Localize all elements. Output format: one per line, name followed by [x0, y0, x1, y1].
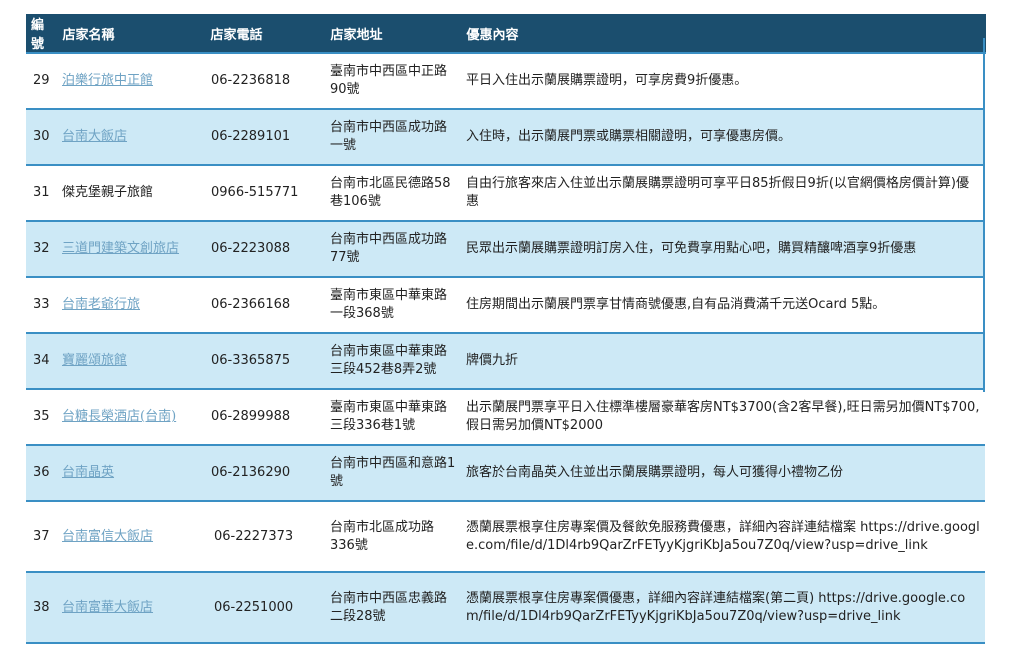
store-name-cell: 台南富華大飯店 — [57, 571, 205, 644]
store-name-link[interactable]: 三道門建築文創旅店 — [62, 241, 179, 256]
store-name-link[interactable]: 台南老爺行旅 — [62, 297, 140, 312]
store-name-link[interactable]: 台南大飯店 — [62, 129, 127, 144]
table-body: 29 泊樂行旅中正館 06-2236818 臺南市中西區中正路90號 平日入住出示蘭展購… — [26, 52, 985, 644]
store-address: 台南市北區民德路58巷106號 — [325, 164, 461, 221]
row-number: 33 — [26, 276, 57, 333]
store-name-cell: 寶麗頌旅館 — [57, 332, 205, 389]
store-phone: 06-3365875 — [205, 332, 325, 389]
store-name-link[interactable]: 泊樂行旅中正館 — [62, 73, 153, 88]
header-store-address: 店家地址 — [325, 14, 462, 53]
store-name-cell: 台糖長榮酒店(台南) — [57, 388, 205, 445]
table-row: 33 台南老爺行旅 06-2366168 臺南市東區中華東路一段368號 住房期間出示蘭… — [26, 276, 985, 333]
offer-content: 自由行旅客來店入住並出示蘭展購票證明可享平日85折假日9折(以官網價格房價計算)… — [461, 164, 985, 221]
store-name-cell: 泊樂行旅中正館 — [57, 52, 205, 109]
offer-content: 牌價九折 — [461, 332, 985, 389]
offer-content: 憑蘭展票根享住房專案價優惠，詳細內容詳連結檔案(第二頁) https://dri… — [461, 571, 985, 644]
table-row: 30 台南大飯店 06-2289101 台南市中西區成功路一號 入住時，出示蘭展門票或購… — [26, 108, 985, 165]
store-name-link[interactable]: 寶麗頌旅館 — [62, 353, 127, 368]
store-address: 台南市中西區成功路一號 — [325, 108, 461, 165]
store-name-cell: 傑克堡親子旅館 — [57, 164, 205, 221]
table-row: 32 三道門建築文創旅店 06-2223088 台南市中西區成功路77號 民眾出示蘭展購… — [26, 220, 985, 277]
store-phone: 06-2899988 — [205, 388, 325, 445]
header-num: 編號 — [26, 14, 58, 53]
store-name-cell: 台南富信大飯店 — [57, 500, 205, 572]
store-name-cell: 台南大飯店 — [57, 108, 205, 165]
table-row: 34 寶麗頌旅館 06-3365875 台南市東區中華東路三段452巷8弄2號 牌價九折 — [26, 332, 985, 389]
header-offer: 優惠內容 — [461, 14, 986, 53]
store-address: 臺南市東區中華東路三段336巷1號 — [325, 388, 461, 445]
offer-content: 民眾出示蘭展購票證明訂房入住，可免費享用點心吧，購買精釀啤酒享9折優惠 — [461, 220, 985, 277]
table-row: 29 泊樂行旅中正館 06-2236818 臺南市中西區中正路90號 平日入住出示蘭展購… — [26, 52, 985, 109]
store-name: 傑克堡親子旅館 — [62, 185, 154, 200]
store-name-cell: 三道門建築文創旅店 — [57, 220, 205, 277]
offer-content: 出示蘭展門票享平日入住標準樓層豪華客房NT$3700(含2客早餐),旺日需另加價… — [461, 388, 985, 445]
offer-content: 入住時，出示蘭展門票或購票相關證明，可享優惠房價。 — [461, 108, 985, 165]
table-row: 38 台南富華大飯店 06-2251000 台南市中西區忠義路二段28號 憑蘭展票根享住… — [26, 571, 985, 644]
store-discount-table: 編號 店家名稱 店家電話 店家地址 優惠內容 29 泊樂行旅中正館 06-22368… — [26, 14, 986, 644]
row-number: 34 — [26, 332, 57, 389]
offer-content: 憑蘭展票根享住房專案價及餐飲免服務費優惠，詳細內容詳連結檔案 https://d… — [461, 500, 985, 572]
store-address: 台南市北區成功路336號 — [325, 500, 461, 572]
store-phone: 06-2227373 — [205, 500, 325, 572]
table-row: 31 傑克堡親子旅館 0966-515771 台南市北區民德路58巷106號 自由行旅客… — [26, 164, 985, 221]
table-row: 36 台南晶英 06-2136290 台南市中西區和意路1號 旅客於台南晶英入住並出示蘭… — [26, 444, 985, 501]
store-phone: 06-2136290 — [205, 444, 325, 501]
store-name-link[interactable]: 台南晶英 — [62, 465, 114, 480]
table-right-edge — [983, 38, 985, 392]
store-name-link[interactable]: 台南富信大飯店 — [62, 529, 153, 544]
store-name-cell: 台南老爺行旅 — [57, 276, 205, 333]
store-address: 台南市中西區忠義路二段28號 — [325, 571, 461, 644]
row-number: 32 — [26, 220, 57, 277]
row-number: 36 — [26, 444, 57, 501]
table-row: 37 台南富信大飯店 06-2227373 台南市北區成功路336號 憑蘭展票根享住房專… — [26, 500, 985, 572]
table-row: 35 台糖長榮酒店(台南) 06-2899988 臺南市東區中華東路三段336巷1號出… — [26, 388, 985, 445]
store-phone: 06-2223088 — [205, 220, 325, 277]
row-number: 37 — [26, 500, 57, 572]
store-name-link[interactable]: 台糖長榮酒店(台南) — [62, 409, 176, 424]
row-number: 30 — [26, 108, 57, 165]
offer-content: 住房期間出示蘭展門票享甘情商號優惠,自有品消費滿千元送Ocard 5點。 — [461, 276, 985, 333]
store-phone: 06-2251000 — [205, 571, 325, 644]
store-address: 臺南市中西區中正路90號 — [325, 52, 461, 109]
store-phone: 06-2289101 — [205, 108, 325, 165]
row-number: 29 — [26, 52, 57, 109]
table-header-row: 編號 店家名稱 店家電話 店家地址 優惠內容 — [26, 14, 986, 53]
offer-content: 平日入住出示蘭展購票證明，可享房費9折優惠。 — [461, 52, 985, 109]
store-address: 臺南市東區中華東路一段368號 — [325, 276, 461, 333]
header-store-name: 店家名稱 — [57, 14, 206, 53]
row-number: 35 — [26, 388, 57, 445]
store-address: 台南市中西區和意路1號 — [325, 444, 461, 501]
store-address: 台南市中西區成功路77號 — [325, 220, 461, 277]
header-store-phone: 店家電話 — [205, 14, 326, 53]
row-number: 31 — [26, 164, 57, 221]
store-phone: 0966-515771 — [205, 164, 325, 221]
offer-content: 旅客於台南晶英入住並出示蘭展購票證明，每人可獲得小禮物乙份 — [461, 444, 985, 501]
store-name-cell: 台南晶英 — [57, 444, 205, 501]
store-phone: 06-2236818 — [205, 52, 325, 109]
store-discount-table-container: 編號 店家名稱 店家電話 店家地址 優惠內容 29 泊樂行旅中正館 06-22368… — [26, 14, 986, 654]
row-number: 38 — [26, 571, 57, 644]
store-address: 台南市東區中華東路三段452巷8弄2號 — [325, 332, 461, 389]
store-phone: 06-2366168 — [205, 276, 325, 333]
store-name-link[interactable]: 台南富華大飯店 — [62, 600, 153, 615]
